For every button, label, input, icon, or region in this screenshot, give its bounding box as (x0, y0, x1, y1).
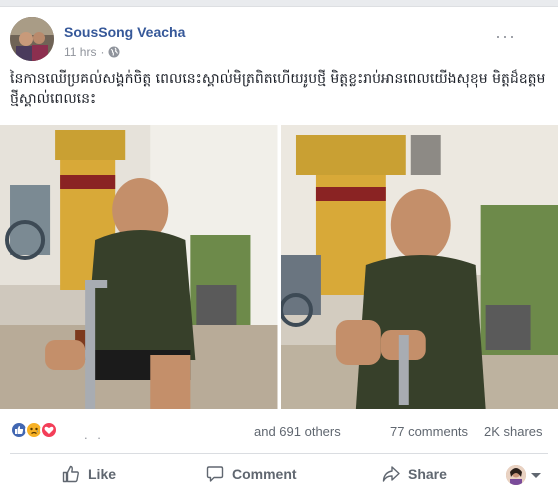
viewer-avatar (506, 465, 526, 485)
comment-count[interactable]: 77 comments (390, 424, 468, 439)
post-photo-left[interactable] (0, 125, 278, 409)
like-button[interactable]: Like (62, 465, 116, 483)
comment-button[interactable]: Comment (206, 465, 297, 483)
photo-grid (0, 125, 558, 409)
reaction-count[interactable]: and 691 others (254, 424, 341, 439)
post-caption: នៃកានឈើប្រគល់សង្គក់ចិត្ត ពេលនេះស្គាល់មិត… (10, 71, 546, 107)
author-name[interactable]: SousSong Veacha (64, 24, 185, 40)
thumbs-up-icon (62, 465, 79, 483)
share-button[interactable]: Share (382, 465, 447, 483)
engagement-stats: . . and 691 others 77 comments 2K shares (10, 421, 548, 442)
share-count[interactable]: 2K shares (484, 424, 543, 439)
globe-icon[interactable] (108, 46, 120, 58)
author-avatar[interactable] (10, 17, 54, 61)
post-photo-right[interactable] (280, 125, 558, 409)
react-as-selector[interactable] (506, 465, 541, 485)
post-header: SousSong Veacha 11 hrs · ··· (10, 17, 530, 61)
love-icon (40, 421, 58, 439)
like-label: Like (88, 466, 117, 482)
comment-label: Comment (232, 466, 297, 482)
action-bar: Like Comment Share (10, 461, 548, 493)
post-time[interactable]: 11 hrs (64, 45, 96, 59)
share-label: Share (408, 466, 447, 482)
share-arrow-icon (382, 466, 400, 482)
action-divider (10, 453, 548, 454)
post-card: SousSong Veacha 11 hrs · ··· នៃកានឈើប្រគ… (0, 6, 558, 496)
caret-down-icon (531, 472, 541, 478)
reaction-summary[interactable] (10, 421, 58, 439)
reaction-names-truncated[interactable]: . . (84, 427, 104, 442)
more-options-icon[interactable]: ··· (495, 27, 516, 45)
post-meta: 11 hrs · (64, 45, 120, 59)
comment-bubble-icon (206, 466, 224, 482)
